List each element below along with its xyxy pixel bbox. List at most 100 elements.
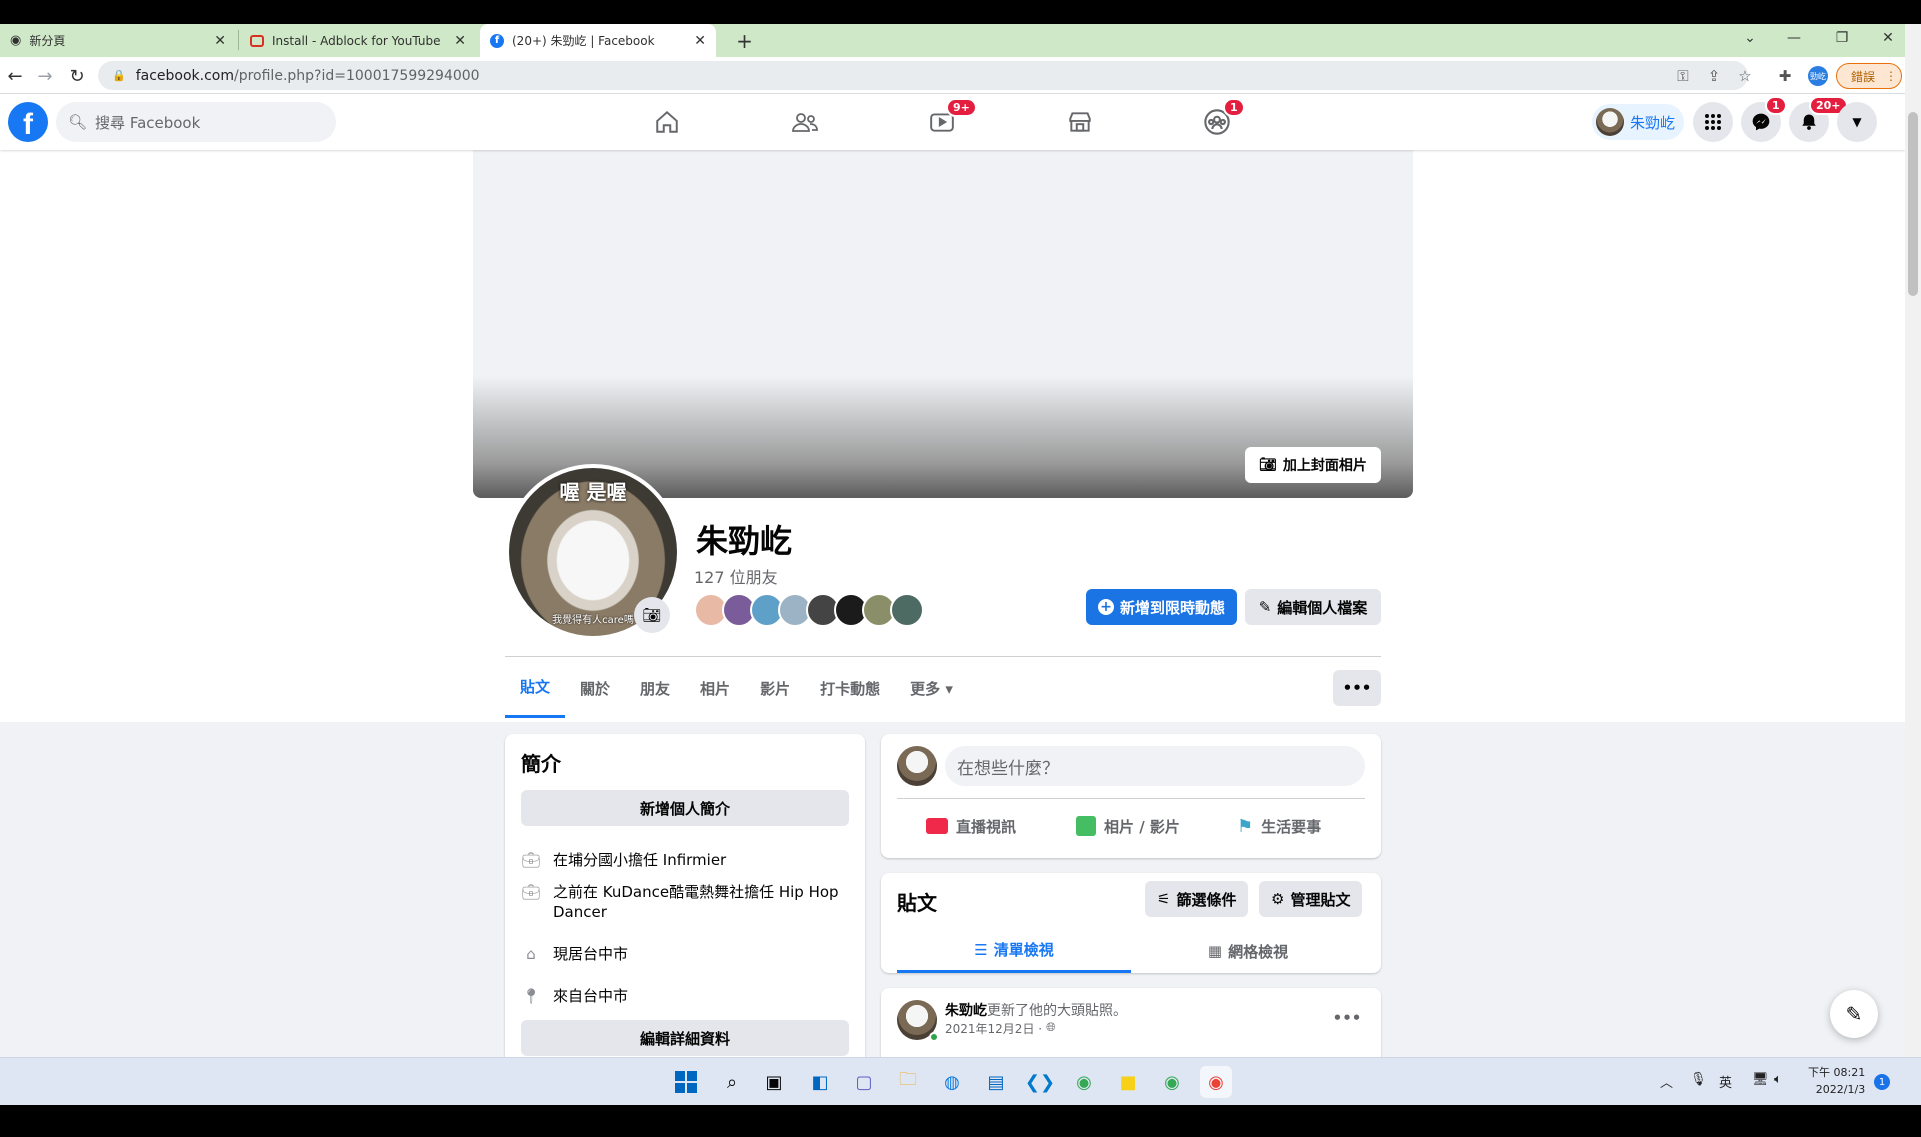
add-to-story-button[interactable]: + 新增到限時動態	[1086, 589, 1237, 625]
watch-icon[interactable]: 9+	[922, 98, 977, 142]
tab-posts[interactable]: 貼文	[505, 658, 566, 718]
tray-chevron-up-icon[interactable]: ︿	[1660, 1072, 1673, 1091]
manage-posts-button[interactable]: ⚙ 管理貼文	[1259, 881, 1363, 917]
lock-icon: 🔒	[112, 69, 126, 82]
edge-icon[interactable]: ◍	[936, 1066, 968, 1098]
tab-friends[interactable]: 朋友	[625, 658, 685, 718]
close-tab-icon[interactable]: ✕	[694, 33, 706, 49]
edit-details-button[interactable]: 編輯詳細資料	[521, 1020, 849, 1056]
account-menu-chevron-down-icon[interactable]: ▼	[1837, 102, 1877, 142]
plus-circle-icon: +	[1097, 599, 1114, 615]
microphone-icon[interactable]: 🎙︎	[1690, 1072, 1707, 1087]
friend-count[interactable]: 127 位朋友	[694, 564, 778, 588]
key-icon[interactable]: ⚿	[1672, 65, 1694, 87]
forward-icon[interactable]: →	[32, 63, 58, 89]
facebook-logo[interactable]: f	[8, 102, 48, 142]
profile-shortcut[interactable]: 朱勁屹	[1592, 104, 1684, 140]
menu-grid-icon[interactable]	[1693, 102, 1733, 142]
photo-video-button[interactable]: 相片 / 影片	[1076, 806, 1180, 846]
chrome-icon[interactable]: ◉	[1156, 1066, 1188, 1098]
post-author[interactable]: 朱勁屹	[945, 1003, 987, 1019]
new-message-compose-icon[interactable]: ✎	[1830, 990, 1878, 1038]
tab-new-tab[interactable]: ◉ 新分頁 ✕	[0, 24, 236, 57]
reload-icon[interactable]: ↻	[64, 63, 90, 89]
input-language[interactable]: 英	[1719, 1072, 1732, 1091]
tab-title: Install - Adblock for YouTube	[272, 33, 441, 48]
volume-icon[interactable]: 🔈︎	[1774, 1072, 1782, 1087]
grid-view-tab[interactable]: ▦ 網格檢視	[1131, 929, 1365, 973]
search-icon[interactable]: ⌕	[716, 1066, 748, 1098]
filter-button[interactable]: ⚟ 篩選條件	[1145, 881, 1249, 917]
home-icon[interactable]	[647, 102, 687, 142]
address-bar-row: ← → ↻ 🔒 facebook.com /profile.php?id=100…	[0, 57, 1905, 94]
chat-icon[interactable]: ▢	[848, 1066, 880, 1098]
facebook-search-input[interactable]: 🔍︎ 搜尋 Facebook	[56, 102, 336, 142]
back-icon[interactable]: ←	[2, 63, 28, 89]
life-event-label: 生活要事	[1261, 817, 1322, 836]
profile-name: 朱勁屹	[696, 522, 793, 560]
extensions-icon[interactable]: ✚	[1774, 65, 1796, 87]
groups-icon[interactable]: 1	[1197, 98, 1245, 142]
add-cover-photo-button[interactable]: 📷︎ 加上封面相片	[1245, 447, 1381, 483]
live-video-label: 直播視訊	[956, 817, 1017, 836]
notification-count[interactable]: 1	[1874, 1074, 1890, 1090]
post-header: 朱勁屹更新了他的大頭貼照。	[945, 1000, 1127, 1020]
whats-on-your-mind-input[interactable]: 在想些什麼？	[945, 746, 1365, 786]
player-icon[interactable]: ■	[1112, 1066, 1144, 1098]
error-button[interactable]: 錯誤 ⋮	[1836, 63, 1902, 89]
scrollbar-thumb[interactable]	[1908, 112, 1918, 296]
close-tab-icon[interactable]: ✕	[214, 33, 226, 49]
messenger-icon[interactable]: 1	[1741, 96, 1787, 142]
list-view-tab[interactable]: ☰ 清單檢視	[897, 929, 1131, 973]
intro-card: 簡介 新增個人簡介 💼︎ 在埔分國小擔任 Infirmier 💼︎ 之前在 Ku…	[505, 734, 865, 1057]
file-explorer-icon[interactable]: 🗀	[892, 1066, 924, 1098]
intro-from-text: 來自台中市	[553, 987, 629, 1005]
tab-videos[interactable]: 影片	[745, 658, 805, 718]
tab-adblock[interactable]: Install - Adblock for YouTube ✕	[240, 24, 476, 57]
store-icon[interactable]: ▤	[980, 1066, 1012, 1098]
network-icon[interactable]: 🖥︎	[1752, 1072, 1769, 1087]
friends-icon[interactable]	[785, 102, 825, 142]
close-tab-icon[interactable]: ✕	[454, 33, 466, 49]
notifications-bell-icon[interactable]: 20+	[1789, 96, 1848, 142]
profile-more-options-button[interactable]: •••	[1333, 670, 1381, 706]
marketplace-icon[interactable]	[1060, 102, 1100, 142]
filter-label: 篩選條件	[1176, 890, 1237, 909]
tab-facebook[interactable]: f (20+) 朱勁屹 | Facebook ✕	[480, 24, 716, 57]
tab-more[interactable]: 更多 ▾	[895, 658, 968, 718]
widgets-icon[interactable]: ◧	[804, 1066, 836, 1098]
chrome-profile-avatar[interactable]: 勁屹	[1808, 66, 1828, 86]
chrome-icon[interactable]: ◉	[1068, 1066, 1100, 1098]
url-field[interactable]: 🔒 facebook.com /profile.php?id=100017599…	[98, 61, 1748, 90]
life-event-button[interactable]: ⚑ 生活要事	[1237, 806, 1321, 846]
tab-about[interactable]: 關於	[565, 658, 625, 718]
messenger-badge: 1	[1765, 96, 1787, 115]
chrome-active-icon[interactable]: ◉	[1200, 1066, 1232, 1098]
minimize-button[interactable]: —	[1772, 24, 1816, 52]
avatar[interactable]	[897, 746, 937, 786]
restore-button[interactable]: ❐	[1820, 24, 1864, 52]
post-date[interactable]: 2021年12月2日 ·	[945, 1020, 1042, 1037]
live-video-button[interactable]: 直播視訊	[926, 806, 1016, 846]
page-scrollbar[interactable]	[1905, 24, 1921, 1057]
vscode-icon[interactable]: ❮❯	[1024, 1066, 1056, 1098]
edit-profile-button[interactable]: ✎ 編輯個人檔案	[1245, 589, 1381, 625]
live-video-icon	[926, 818, 948, 834]
tab-search-icon[interactable]: ⌄	[1728, 24, 1772, 52]
avatar-caption-top: 喔 是喔	[559, 480, 627, 504]
windows-taskbar: ⌕ ▣ ◧ ▢ 🗀 ◍ ▤ ❮❯ ◉ ■ ◉ ◉ ︿ 🎙︎ 英 🖥︎ 🔈︎ 下午…	[0, 1057, 1921, 1105]
clock[interactable]: 下午 08:21 2022/1/3	[1808, 1064, 1865, 1098]
tab-photos[interactable]: 相片	[685, 658, 745, 718]
share-icon[interactable]: ⇪	[1703, 65, 1725, 87]
close-window-button[interactable]: ✕	[1866, 24, 1910, 52]
tab-checkins[interactable]: 打卡動態	[805, 658, 895, 718]
task-view-icon[interactable]: ▣	[758, 1066, 790, 1098]
update-photo-camera-icon[interactable]: 📷︎	[634, 597, 670, 633]
intro-from-row: 📍︎ 來自台中市	[521, 986, 841, 1006]
windows-start-icon[interactable]	[670, 1066, 702, 1098]
friend-avatar[interactable]	[890, 593, 924, 627]
add-bio-button[interactable]: 新增個人簡介	[521, 790, 849, 826]
post-options-button[interactable]: •••	[1329, 1006, 1365, 1030]
new-tab-button[interactable]: +	[728, 24, 761, 57]
star-icon[interactable]: ☆	[1734, 65, 1756, 87]
